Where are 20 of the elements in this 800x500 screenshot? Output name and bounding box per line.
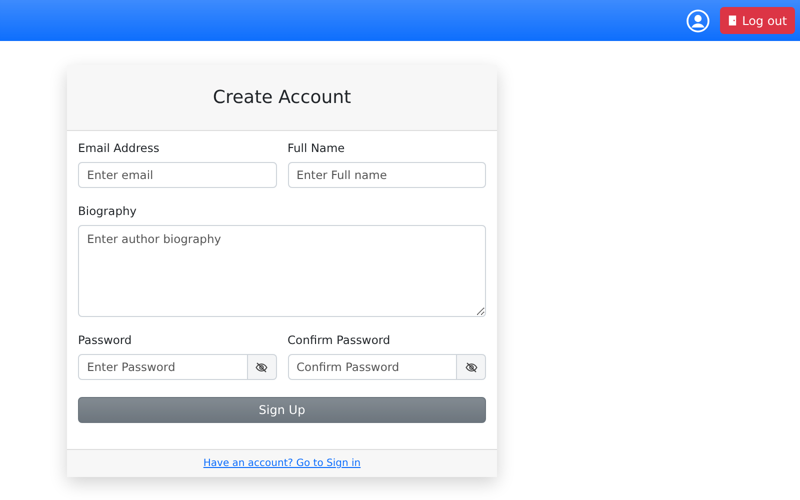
door-icon [728, 15, 738, 26]
input-field[interactable]: Enter Full name [288, 162, 486, 188]
input-field[interactable]: Enter email [78, 162, 276, 188]
logout-button[interactable]: Log out [720, 7, 795, 34]
show-password-button[interactable] [457, 354, 486, 380]
field-label: Email Address [78, 141, 160, 155]
eye-slash-icon [464, 360, 478, 374]
show-password-button[interactable] [248, 354, 276, 380]
field-label: Biography [78, 204, 138, 218]
card-title: Create Account [212, 87, 352, 108]
password-field[interactable]: Enter Password [78, 354, 248, 380]
field-label: Password [78, 333, 133, 347]
field-label: Confirm Password [288, 333, 392, 347]
user-icon[interactable] [686, 8, 710, 32]
biography-field[interactable]: Enter author biography [78, 225, 486, 317]
sign-up-button[interactable]: Sign Up [78, 397, 486, 423]
eye-slash-icon [255, 360, 268, 374]
sign-in-link[interactable]: Have an account? Go to Sign in [203, 458, 361, 469]
field-label: Full Name [288, 141, 346, 155]
password-field[interactable]: Confirm Password [288, 354, 457, 380]
